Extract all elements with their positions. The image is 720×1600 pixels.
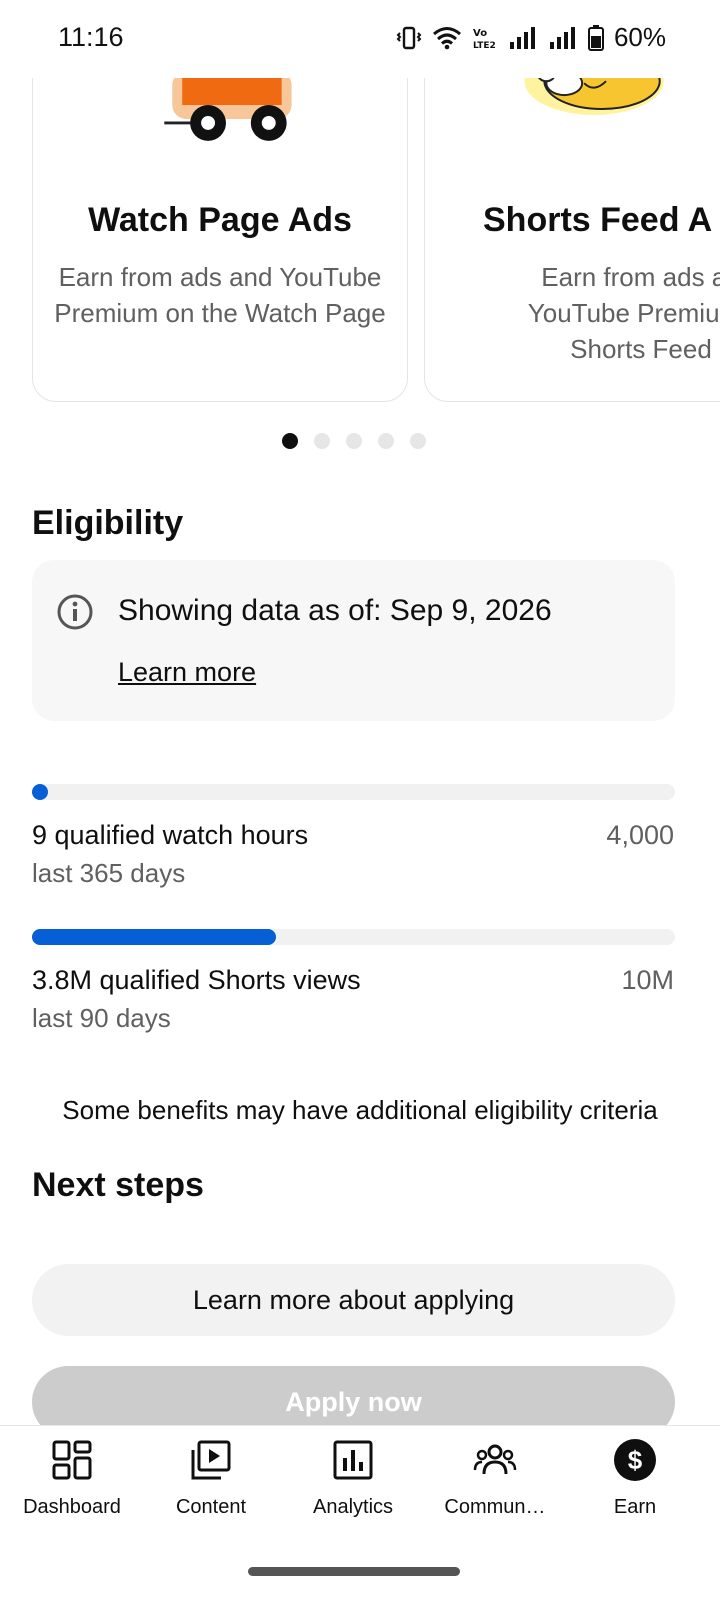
wifi-icon (432, 26, 461, 49)
watch-hours-progress-bar (32, 784, 675, 800)
eligibility-note: Some benefits may have additional eligib… (62, 1095, 658, 1125)
page-dot-4[interactable] (378, 433, 394, 449)
dashboard-icon (52, 1440, 92, 1480)
card-title: Watch Page Ads (88, 201, 352, 239)
shorts-views-label: 3.8M qualified Shorts views (32, 965, 361, 995)
data-date-info-box: Showing data as of: Sep 9, 2026 Learn mo… (32, 560, 675, 721)
status-icons: Vo LTE2 60% (396, 22, 666, 53)
page-dot-1[interactable] (282, 433, 298, 449)
eligibility-heading: Eligibility (32, 504, 184, 542)
card-title: Shorts Feed A (483, 201, 713, 239)
vibrate-icon (396, 26, 422, 49)
nav-item-analytics[interactable]: Analytics (283, 1438, 423, 1519)
card-description-line: YouTube Premium i (527, 298, 720, 328)
shorts-views-target: 10M (621, 965, 674, 995)
nav-label: Content (175, 1496, 247, 1518)
character-illustration (524, 71, 664, 115)
learn-more-link[interactable]: Learn more (118, 657, 256, 688)
page-dot-3[interactable] (346, 433, 362, 449)
nav-label: Commun… (444, 1496, 546, 1518)
watch-hours-period: last 365 days (32, 858, 186, 888)
benefit-card-shorts-feed-ads[interactable]: Shorts Feed A Earn from ads an YouTube P… (424, 40, 720, 402)
nav-item-community[interactable]: Commun… (425, 1438, 565, 1519)
watch-hours-progress-fill (32, 784, 49, 800)
battery-icon (587, 24, 604, 51)
carousel-page-indicator (282, 433, 426, 449)
signal-icon (509, 26, 535, 49)
next-steps-heading: Next steps (32, 1166, 204, 1204)
svg-text:Vo: Vo (473, 28, 487, 39)
nav-item-dashboard[interactable]: Dashboard (2, 1438, 142, 1519)
shorts-views-period: last 90 days (32, 1003, 171, 1033)
watch-hours-target: 4,000 (606, 820, 674, 850)
nav-label: Analytics (312, 1496, 394, 1518)
status-bar: 11:16 Vo LTE2 60% (0, 0, 720, 78)
info-icon (57, 594, 93, 630)
card-description-line: Shorts Feed (570, 334, 712, 364)
svg-text:LTE2: LTE2 (473, 41, 496, 51)
content-icon (191, 1440, 231, 1480)
svg-text:$: $ (628, 1445, 643, 1475)
home-indicator[interactable] (248, 1567, 460, 1576)
shorts-views-progress-bar (32, 929, 675, 945)
car-illustration (164, 71, 292, 141)
volte-icon: Vo LTE2 (473, 28, 496, 51)
earn-icon: $ (614, 1439, 656, 1481)
nav-item-earn[interactable]: $ Earn (565, 1438, 705, 1519)
page-dot-5[interactable] (410, 433, 426, 449)
learn-more-about-applying-button[interactable]: Learn more about applying (32, 1264, 675, 1336)
watch-hours-label: 9 qualified watch hours (32, 820, 309, 850)
nav-label: Earn (613, 1496, 657, 1518)
shorts-views-progress-fill (32, 929, 277, 945)
card-description: Earn from ads an YouTube Premium i Short… (443, 259, 720, 367)
battery-percent: 60% (613, 22, 666, 52)
data-date-text: Showing data as of: Sep 9, 2026 (118, 594, 552, 627)
analytics-icon (333, 1440, 373, 1480)
signal-icon-2 (549, 26, 575, 49)
status-time: 11:16 (58, 22, 124, 52)
card-description: Earn from ads and YouTube Premium on the… (54, 262, 386, 328)
page-dot-2[interactable] (314, 433, 330, 449)
nav-item-content[interactable]: Content (141, 1438, 281, 1519)
nav-label: Dashboard (23, 1496, 121, 1518)
card-description-line: Earn from ads an (541, 262, 720, 292)
benefit-card-watch-page-ads[interactable]: Watch Page Ads Earn from ads and YouTube… (32, 40, 408, 402)
community-icon (473, 1444, 517, 1475)
